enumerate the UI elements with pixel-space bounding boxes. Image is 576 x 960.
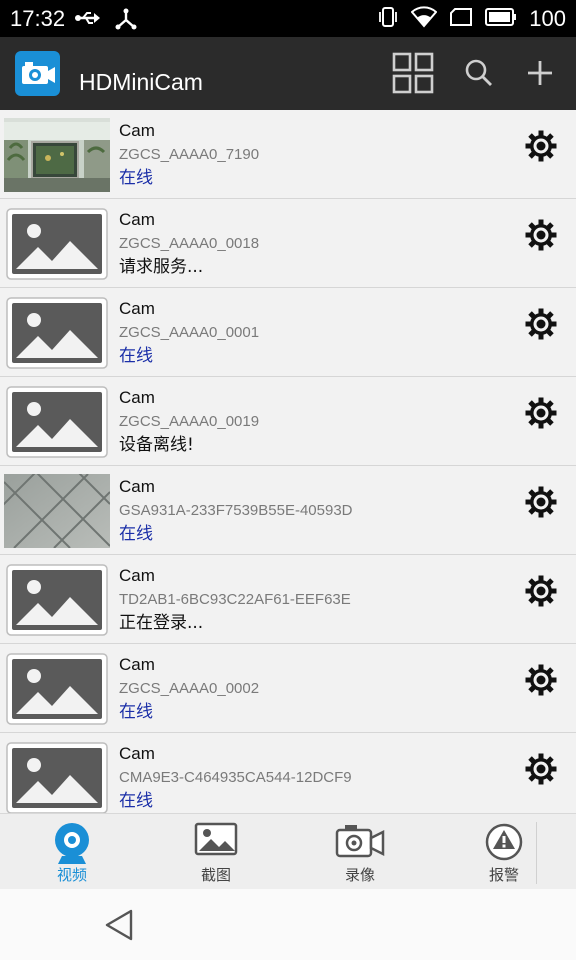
image-placeholder-icon[interactable] — [4, 652, 110, 726]
tab-video[interactable]: 视频 — [0, 814, 144, 890]
tab-label: 截图 — [200, 866, 231, 884]
camera-uid: ZGCS_AAAA0_0002 — [119, 680, 260, 697]
camera-name: Cam — [119, 744, 155, 763]
wifi-icon — [410, 6, 438, 32]
camera-status: 在线 — [119, 524, 153, 544]
gear-icon — [524, 130, 558, 167]
camera-name: Cam — [119, 566, 155, 585]
camera-uid: TD2AB1-6BC93C22AF61-EEF63E — [119, 591, 351, 608]
gear-icon — [524, 753, 558, 790]
gear-icon — [524, 486, 558, 523]
camera-name: Cam — [119, 210, 155, 229]
camera-name: Cam — [119, 121, 155, 140]
alarm-tab-icon — [484, 822, 524, 866]
camera-status: 在线 — [119, 791, 153, 811]
camera-name: Cam — [119, 299, 155, 318]
camera-row[interactable]: Cam ZGCS_AAAA0_0018 请求服务... — [0, 199, 576, 288]
grid-view-button[interactable] — [392, 52, 434, 98]
back-button[interactable] — [103, 908, 135, 946]
camera-uid: CMA9E3-C464935CA544-12DCF9 — [119, 769, 352, 786]
camera-name: Cam — [119, 388, 155, 407]
search-button[interactable] — [458, 54, 500, 96]
camera-uid: GSA931A-233F7539B55E-40593D — [119, 502, 353, 519]
screenshot-tab-icon — [194, 822, 238, 862]
tab-bar-divider — [536, 822, 537, 884]
camera-settings-button[interactable] — [524, 218, 558, 252]
camera-name: Cam — [119, 477, 155, 496]
camera-row[interactable]: Cam TD2AB1-6BC93C22AF61-EEF63E 正在登录... — [0, 555, 576, 644]
camera-row[interactable]: Cam CMA9E3-C464935CA544-12DCF9 在线 — [0, 733, 576, 813]
camera-row[interactable]: Cam ZGCS_AAAA0_0002 在线 — [0, 644, 576, 733]
camera-snapshot[interactable] — [4, 118, 110, 192]
gear-icon — [524, 219, 558, 256]
camera-row[interactable]: Cam ZGCS_AAAA0_0001 在线 — [0, 288, 576, 377]
camera-settings-button[interactable] — [524, 574, 558, 608]
camera-uid: ZGCS_AAAA0_0001 — [119, 324, 260, 341]
camera-row[interactable]: Cam ZGCS_AAAA0_0019 设备离线! — [0, 377, 576, 466]
image-placeholder-icon[interactable] — [4, 207, 110, 281]
tab-label: 录像 — [344, 866, 375, 884]
camera-uid: ZGCS_AAAA0_7190 — [119, 146, 260, 163]
camera-settings-button[interactable] — [524, 396, 558, 430]
app-title: HDMiniCam — [79, 69, 203, 95]
add-icon — [525, 58, 555, 92]
image-placeholder-icon[interactable] — [4, 296, 110, 370]
recording-tab-icon — [335, 822, 385, 864]
video-tab-icon — [52, 822, 92, 870]
camera-status: 请求服务... — [119, 257, 204, 277]
camera-row[interactable]: Cam ZGCS_AAAA0_7190 在线 — [0, 110, 576, 199]
tab-label: 视频 — [56, 866, 87, 884]
app-screen: 17:32 100 HDMiniCam Cam ZGCS_AAAA0_7190 … — [0, 0, 576, 960]
search-icon — [464, 58, 494, 92]
camera-status: 正在登录... — [119, 613, 204, 633]
camera-status: 设备离线! — [119, 435, 194, 455]
camera-row[interactable]: Cam GSA931A-233F7539B55E-40593D 在线 — [0, 463, 576, 555]
camera-uid: ZGCS_AAAA0_0019 — [119, 413, 260, 430]
gear-icon — [524, 575, 558, 612]
gear-icon — [524, 664, 558, 701]
camera-list[interactable]: Cam ZGCS_AAAA0_7190 在线 Cam ZGCS_AAAA0_00… — [0, 110, 576, 813]
camera-uid: ZGCS_AAAA0_0018 — [119, 235, 260, 252]
system-nav-bar — [0, 889, 576, 960]
tab-label: 报警 — [488, 866, 519, 884]
gear-icon — [524, 397, 558, 434]
camera-settings-button[interactable] — [524, 663, 558, 697]
battery-icon — [485, 7, 517, 31]
grid-view-icon — [392, 52, 434, 98]
add-camera-button[interactable] — [519, 54, 561, 96]
image-placeholder-icon[interactable] — [4, 563, 110, 637]
status-time: 17:32 — [10, 6, 66, 31]
camera-settings-button[interactable] — [524, 485, 558, 519]
sim-icon — [449, 7, 473, 31]
battery-level-text: 100 — [529, 6, 566, 31]
bottom-tab-bar: 视频 截图 录像 报警 — [0, 813, 576, 889]
vibrate-icon — [377, 6, 399, 32]
usb-tether-icon — [114, 8, 138, 34]
camera-settings-button[interactable] — [524, 307, 558, 341]
gear-icon — [524, 308, 558, 345]
status-bar: 17:32 100 — [0, 0, 576, 37]
camera-name: Cam — [119, 655, 155, 674]
camera-status: 在线 — [119, 346, 153, 366]
camera-logo-icon — [15, 51, 60, 96]
back-triangle-icon — [103, 909, 135, 946]
camera-settings-button[interactable] — [524, 129, 558, 163]
tab-alarms[interactable]: 报警 — [432, 814, 576, 890]
camera-settings-button[interactable] — [524, 752, 558, 786]
usb-icon — [74, 8, 102, 34]
image-placeholder-icon[interactable] — [4, 385, 110, 459]
camera-status: 在线 — [119, 702, 153, 722]
camera-status: 在线 — [119, 168, 153, 188]
image-placeholder-icon[interactable] — [4, 741, 110, 813]
app-bar: HDMiniCam — [0, 37, 576, 110]
tab-recordings[interactable]: 录像 — [288, 814, 432, 890]
camera-snapshot[interactable] — [0, 463, 111, 549]
tab-screenshots[interactable]: 截图 — [144, 814, 288, 890]
